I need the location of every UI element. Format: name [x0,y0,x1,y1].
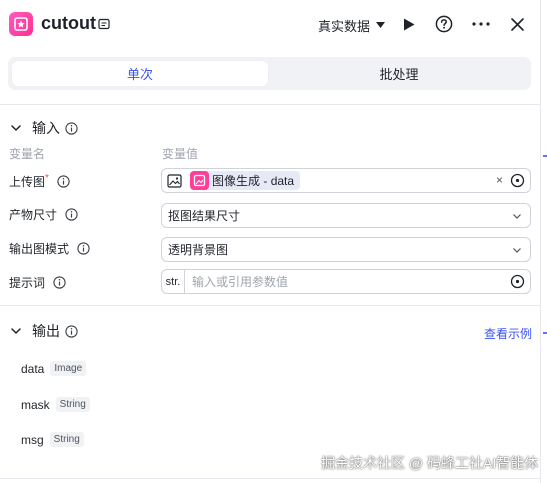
param-label-text: 输出图模式 [9,242,70,256]
chevron-down-icon [11,328,21,335]
caret-down-icon [376,22,386,28]
param-label-text: 产物尺寸 [9,208,58,222]
input-section-title: 输入 [32,120,60,136]
output-item: mask String [21,397,90,412]
param-label-output-mode: 输出图模式 [9,240,90,257]
output-section-title: 输出 [32,323,60,339]
data-mode-label: 真实数据 [318,19,371,34]
reference-tag[interactable]: 图像生成 - data [190,171,301,190]
variable-select-icon[interactable] [510,173,525,188]
output-type-badge: String [55,397,90,412]
reference-source: 图像生成 [212,174,261,188]
output-type-badge: Image [50,361,87,376]
tab-single[interactable]: 单次 [12,61,268,86]
run-button[interactable] [398,13,420,35]
image-icon [166,173,182,189]
close-icon [510,17,524,31]
string-type-prefix: str. [162,270,185,293]
node-info-icon[interactable] [97,17,111,31]
canvas-edge-mark [543,155,547,157]
help-icon [435,15,453,33]
input-section-header[interactable]: 输入 [10,118,78,138]
output-mode-value: 透明背景图 [168,243,229,257]
chevron-down-icon [513,248,521,253]
reference-field: data [270,173,295,188]
output-name: mask [21,397,50,412]
view-example-link[interactable]: 查看示例 [484,325,532,342]
output-name: data [21,361,45,376]
tab-batch[interactable]: 批处理 [271,61,527,86]
prompt-field[interactable]: str. 输入或引用参数值 [161,269,531,294]
node-config-panel: cutout 真实数据 单次 批处理 输入 变量名 变量值 上传图 * 图像生成… [0,0,541,483]
output-size-select[interactable]: 抠图结果尺寸 [161,203,531,228]
divider [0,104,541,105]
data-mode-select[interactable]: 真实数据 [318,16,386,35]
play-icon [404,18,415,30]
panel-header: cutout 真实数据 [0,0,541,50]
info-icon[interactable] [77,242,90,255]
param-label-upload-image: 上传图 * [9,173,70,190]
image-generate-icon [190,171,209,190]
param-label-text: 上传图 [9,175,46,189]
reference-separator: - [260,173,271,188]
output-mode-select[interactable]: 透明背景图 [161,237,531,262]
image-cutout-icon [9,12,33,36]
output-section-header[interactable]: 输出 [10,321,78,341]
info-icon[interactable] [53,276,66,289]
param-label-output-size: 产物尺寸 [9,206,78,223]
info-icon[interactable] [57,175,70,188]
close-button[interactable] [506,13,528,35]
output-item: msg String [21,432,84,447]
required-mark: * [45,173,49,184]
more-button[interactable] [470,13,492,35]
param-label-text: 提示词 [9,276,46,290]
divider [0,305,541,306]
divider [0,478,541,479]
info-icon[interactable] [65,324,78,338]
prompt-placeholder: 输入或引用参数值 [192,275,289,289]
variable-select-icon[interactable] [510,274,525,289]
info-icon[interactable] [65,208,78,221]
canvas-edge-mark [543,332,547,334]
watermark: 掘金技术社区 @ 码蜂工社AI智能体 [321,455,539,471]
column-header-name: 变量名 [9,147,46,161]
output-name: msg [21,432,44,447]
node-title: cutout [41,13,96,33]
run-mode-tabs: 单次 批处理 [8,57,531,90]
clear-icon[interactable]: × [496,173,503,187]
chevron-down-icon [11,125,21,132]
output-item: data Image [21,361,87,376]
param-label-prompt: 提示词 [9,274,66,291]
chevron-down-icon [513,214,521,219]
help-button[interactable] [433,13,455,35]
output-size-value: 抠图结果尺寸 [168,209,241,223]
more-icon [472,22,490,26]
output-type-badge: String [49,432,84,447]
upload-image-field[interactable]: 图像生成 - data × [161,168,531,193]
column-header-value: 变量值 [162,147,199,161]
info-icon[interactable] [65,121,78,135]
